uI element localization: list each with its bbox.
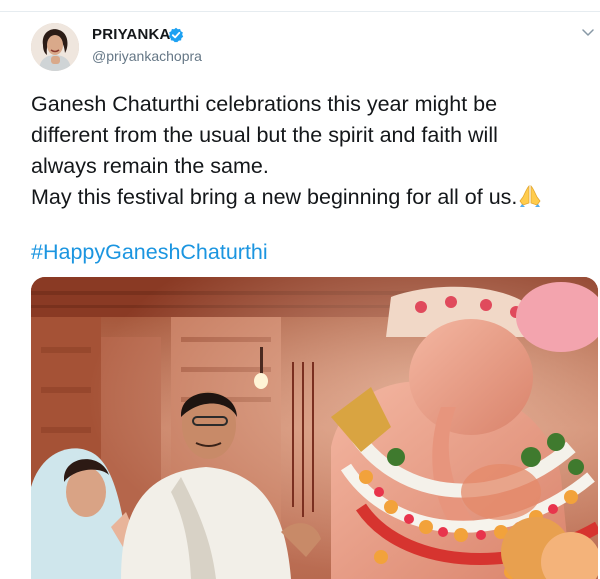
display-name[interactable]: PRIYANKA	[92, 26, 171, 43]
tweet-photo[interactable]	[31, 277, 598, 579]
username[interactable]: @priyankachopra	[92, 48, 202, 64]
ganesh-worship-photo	[31, 277, 598, 579]
hashtag-link[interactable]: #HappyGaneshChaturthi	[31, 240, 268, 265]
tweet-text: Ganesh Chaturthi celebrations this year …	[31, 89, 591, 213]
chevron-down-icon[interactable]	[582, 28, 594, 38]
tweet-text-line: different from the usual but the spirit …	[31, 123, 498, 147]
tweet-text-line: always remain the same.	[31, 154, 269, 178]
avatar-image	[31, 23, 79, 71]
avatar[interactable]	[31, 23, 79, 71]
tweet-text-line-last: May this festival bring a new beginning …	[31, 182, 591, 213]
tweet-text-line: Ganesh Chaturthi celebrations this year …	[31, 92, 498, 116]
tweet-text-line: May this festival bring a new beginning …	[31, 185, 518, 209]
verified-badge-icon	[168, 27, 184, 43]
folded-hands-icon	[519, 185, 541, 207]
top-divider	[0, 0, 600, 12]
